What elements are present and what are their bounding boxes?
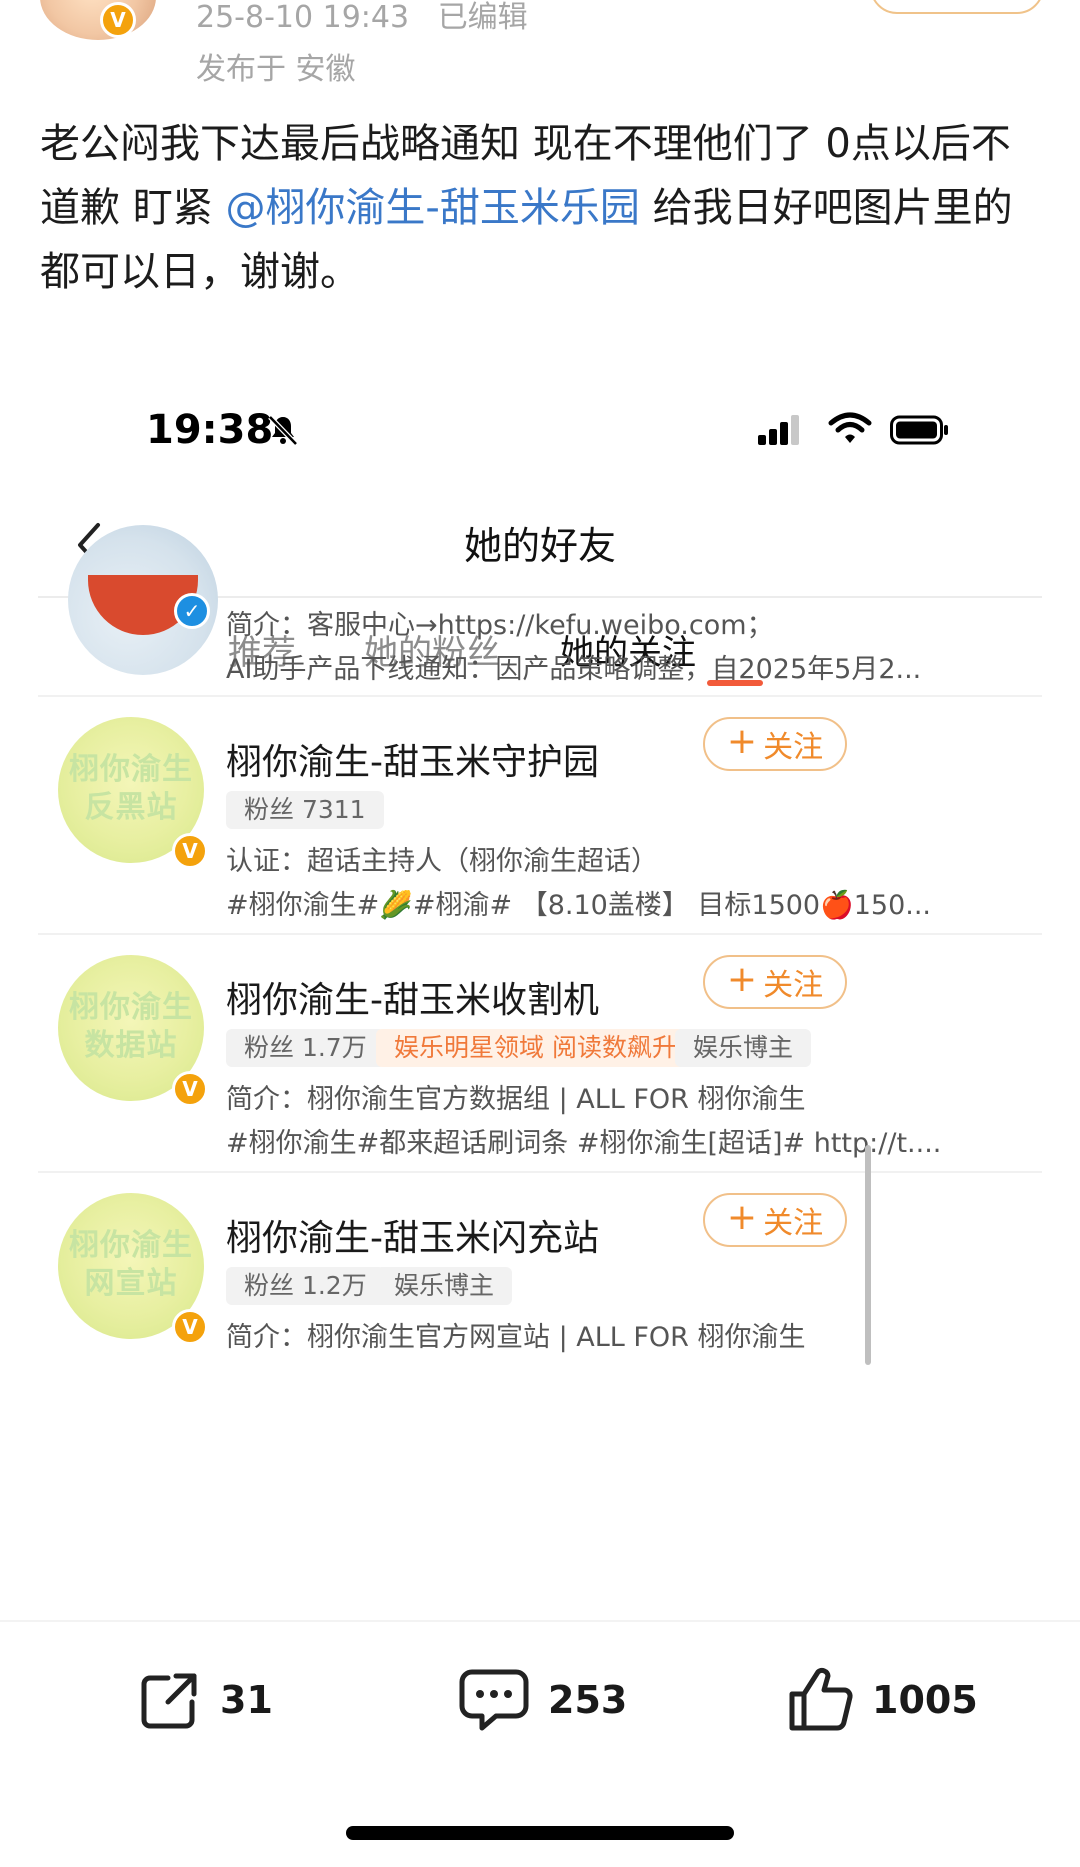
category-chip: 娱乐博主 (376, 1267, 513, 1305)
verified-badge-icon: ✓ (174, 593, 210, 629)
comment-button[interactable]: 253 (458, 1660, 627, 1740)
follow-button[interactable]: + 关注 (703, 717, 847, 771)
divider (38, 1171, 1042, 1173)
plus-icon: + (726, 959, 758, 1000)
verified-badge-icon: V (172, 833, 208, 869)
signal-icon (758, 415, 799, 445)
divider (0, 1620, 1080, 1622)
user-intro: #栩你渝生#🌽#栩渝# 【8.10盖楼】 目标1500🍎150... (226, 890, 932, 921)
user-name[interactable]: 栩你渝生-甜玉米闪充站 (226, 1209, 599, 1261)
verified-badge-icon: V (100, 2, 136, 38)
user-intro: 简介：栩你渝生官方网宣站 | ALL FOR 栩你渝生 (226, 1322, 806, 1353)
status-time: 19:38 (146, 407, 274, 453)
user-cert: 认证：超话主持人（栩你渝生超话） (226, 846, 658, 877)
embedded-screenshot: 19:38 她的好友 推荐 她的粉丝 她的关注 ✓ 简介：客服中心→https:… (38, 355, 1042, 1623)
fans-count-chip: 粉丝 7311 (226, 791, 384, 829)
like-count: 1005 (872, 1678, 978, 1722)
user-intro-more: #栩你渝生#都来超话刷词条 #栩你渝生[超话]# http://t.... (226, 1128, 942, 1159)
scrollbar[interactable] (865, 1145, 871, 1365)
verified-badge-icon: V (172, 1309, 208, 1345)
user-name[interactable]: 栩你渝生-甜玉米守护园 (226, 733, 599, 785)
bell-off-icon (268, 415, 298, 446)
follow-button[interactable]: + 关注 (703, 955, 847, 1009)
user-intro: 简介：栩你渝生官方数据组 | ALL FOR 栩你渝生 (226, 1084, 806, 1115)
follow-button[interactable]: + 关注 (703, 1193, 847, 1247)
wifi-icon (828, 412, 872, 443)
hot-tag-chip: 娱乐明星领域 阅读数飙升 (376, 1029, 695, 1067)
post-time: 25-8-10 19:43 已编辑 (196, 0, 528, 35)
verified-badge-icon: V (172, 1071, 208, 1107)
divider (38, 933, 1042, 935)
divider (38, 695, 1042, 697)
plus-icon: + (726, 1197, 758, 1238)
top-follow-button[interactable] (870, 0, 1044, 14)
user-intro-more: AI助手产品下线通知：因产品策略调整，自2025年5月2... (226, 654, 922, 685)
author-avatar[interactable] (40, 0, 156, 40)
user-name[interactable]: 栩你渝生-甜玉米收割机 (226, 971, 599, 1023)
fans-count-chip: 粉丝 1.2万 (226, 1267, 385, 1305)
user-intro: 简介：客服中心→https://kefu.weibo.com； (226, 610, 774, 641)
post-location: 发布于 安徽 (196, 52, 356, 87)
battery-icon (890, 415, 948, 445)
home-indicator[interactable] (346, 1826, 734, 1840)
repost-count: 31 (220, 1678, 273, 1722)
comment-icon (459, 1669, 529, 1731)
share-icon (141, 1673, 197, 1729)
mention-link[interactable]: @栩你渝生-甜玉米乐园 (225, 185, 639, 231)
plus-icon: + (726, 721, 758, 762)
repost-button[interactable]: 31 (138, 1660, 273, 1740)
post-body: 老公闷我下达最后战略通知 现在不理他们了 0点以后不道歉 盯紧 @栩你渝生-甜玉… (40, 121, 1013, 295)
thumbs-up-icon (789, 1667, 853, 1731)
edited-label: 已编辑 (437, 0, 528, 35)
like-button[interactable]: 1005 (786, 1660, 978, 1740)
fans-count-chip: 粉丝 1.7万 (226, 1029, 385, 1067)
category-chip: 娱乐博主 (675, 1029, 812, 1067)
comment-count: 253 (548, 1678, 628, 1722)
